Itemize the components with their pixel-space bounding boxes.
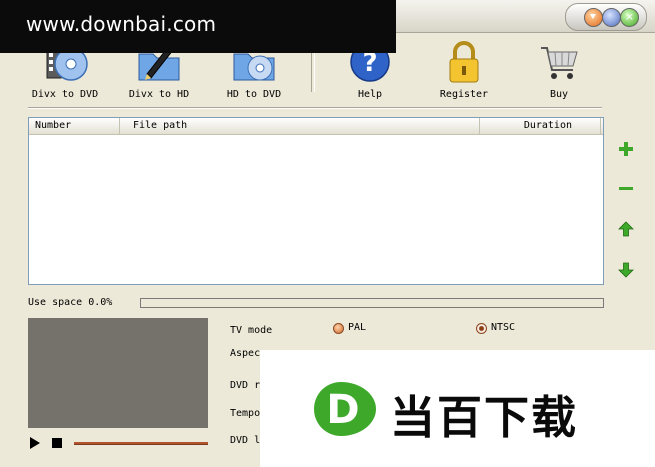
buy-label: Buy — [549, 89, 569, 100]
watermark-site-text: www.downbai.com — [26, 12, 217, 36]
stop-icon[interactable] — [52, 438, 62, 448]
brand-logo-icon: D — [314, 382, 376, 436]
close-button[interactable]: × — [620, 8, 639, 27]
space-usage-bar — [140, 298, 604, 308]
play-icon[interactable] — [30, 437, 40, 449]
buy-button[interactable]: Buy — [519, 36, 599, 104]
column-number[interactable]: Number — [29, 118, 120, 134]
tempo-label: Tempo — [230, 408, 261, 419]
aspect-label: Aspec — [230, 348, 261, 359]
file-list[interactable]: Number File path Duration — [28, 117, 604, 285]
tv-mode-label: TV mode — [230, 325, 273, 336]
hd-to-dvd-label: HD to DVD — [226, 89, 282, 100]
dvd-r-label: DVD r — [230, 380, 261, 391]
dvd-l-label: DVD l — [230, 435, 261, 446]
file-list-header: Number File path Duration — [29, 118, 603, 135]
divx-to-hd-label: Divx to HD — [128, 89, 190, 100]
space-usage: Use space 0.0% — [28, 297, 604, 309]
brand-text: 当百下载 — [390, 391, 579, 444]
column-file-path[interactable]: File path — [120, 118, 480, 134]
add-icon[interactable] — [617, 140, 635, 158]
video-preview — [28, 318, 208, 428]
radio-ntsc-dot — [476, 323, 487, 334]
seek-slider[interactable] — [74, 442, 208, 445]
watermark-logo: D 当百下载 — [260, 350, 655, 467]
options-button[interactable] — [602, 8, 621, 27]
space-usage-label: Use space 0.0% — [28, 297, 113, 308]
lock-icon — [449, 41, 479, 83]
watermark-banner: www.downbai.com — [0, 0, 396, 53]
register-button[interactable]: Register — [424, 36, 504, 104]
brand-logo-letter: D — [326, 387, 359, 433]
register-label: Register — [439, 89, 489, 100]
column-duration[interactable]: Duration — [480, 118, 601, 134]
player-controls — [28, 434, 210, 450]
cart-icon — [541, 47, 578, 79]
help-label: Help — [357, 89, 383, 100]
remove-icon[interactable] — [617, 180, 635, 198]
radio-ntsc-label: NTSC — [491, 322, 516, 333]
move-up-icon[interactable] — [617, 220, 635, 238]
window-controls: × — [565, 3, 647, 31]
move-down-icon[interactable] — [617, 261, 635, 279]
radio-pal-dot — [333, 323, 344, 334]
minimize-button[interactable] — [584, 8, 603, 27]
toolbar-separator — [311, 48, 315, 92]
toolbar-divider — [28, 107, 602, 109]
divx-to-dvd-label: Divx to DVD — [31, 89, 99, 100]
radio-pal-label: PAL — [348, 322, 367, 333]
